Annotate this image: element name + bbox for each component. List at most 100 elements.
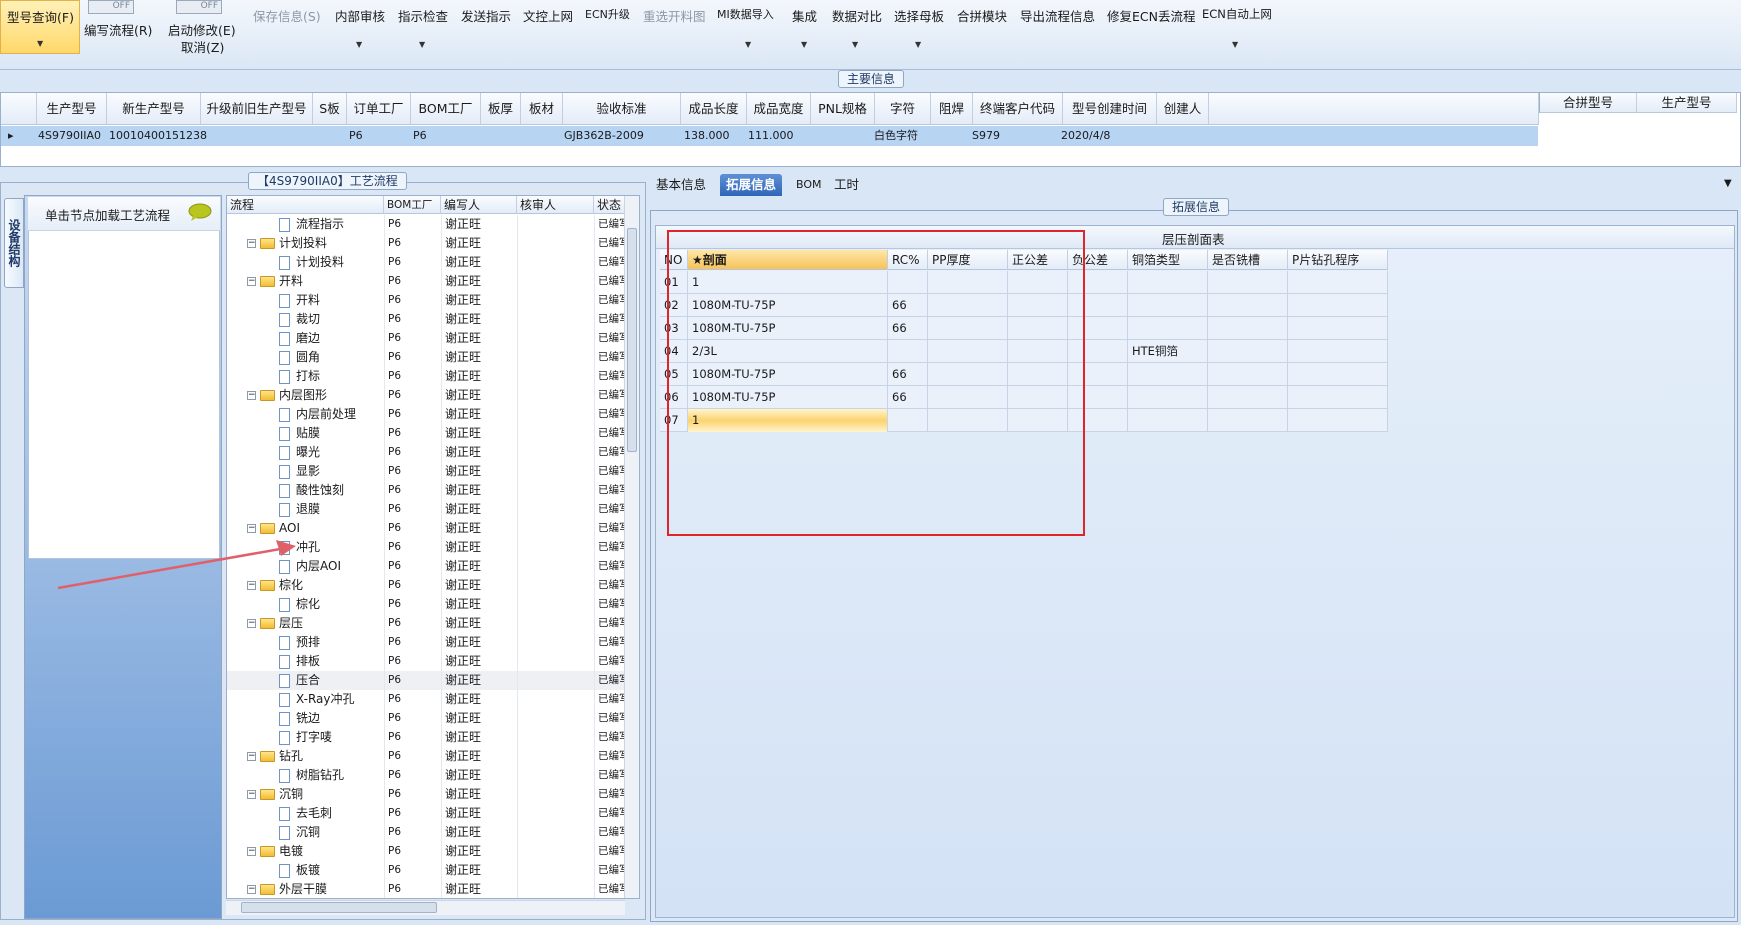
cell-empty[interactable] (1208, 340, 1288, 363)
tree-row[interactable]: − 电镀 P6 谢正旺 已编写 (227, 842, 627, 861)
tree-node[interactable]: − 钻孔 (227, 747, 384, 766)
tree-row[interactable]: 曝光 P6 谢正旺 已编写 (227, 443, 627, 462)
col-header[interactable]: 流程 (227, 196, 384, 214)
col-header[interactable]: 型号创建时间 (1063, 93, 1157, 125)
tree-row[interactable]: 板镀 P6 谢正旺 已编写 (227, 861, 627, 880)
chevron-down-icon[interactable]: ▼ (745, 40, 751, 49)
tree-node[interactable]: 打标 (227, 367, 384, 386)
scrollbar-thumb[interactable] (241, 902, 437, 913)
tree-node[interactable]: − 开料 (227, 272, 384, 291)
tree-node[interactable]: 流程指示 (227, 215, 384, 234)
col-header[interactable]: 板厚 (481, 93, 521, 125)
tree-row[interactable]: X-Ray冲孔 P6 谢正旺 已编写 (227, 690, 627, 709)
cell-customer[interactable]: S979 (969, 126, 1000, 146)
cell-empty[interactable] (1288, 271, 1388, 294)
start-modify-toggle[interactable]: OFF (176, 0, 222, 14)
tree-node[interactable]: − 层压 (227, 614, 384, 633)
tree-row[interactable]: − 计划投料 P6 谢正旺 已编写 (227, 234, 627, 253)
tree-node[interactable]: 酸性蚀刻 (227, 481, 384, 500)
cell-foil-type[interactable] (1128, 386, 1208, 409)
tree-row[interactable]: 贴膜 P6 谢正旺 已编写 (227, 424, 627, 443)
select-mother-button[interactable]: 选择母板 (894, 6, 944, 25)
data-compare-button[interactable]: 数据对比 (832, 6, 882, 25)
fix-ecn-button[interactable]: 修复ECN丢流程 (1107, 6, 1195, 25)
cell-foil-type[interactable]: HTE铜箔 (1128, 340, 1208, 363)
tree-node[interactable]: 板镀 (227, 861, 384, 880)
col-header[interactable]: 成品长度 (681, 93, 747, 125)
tree-row[interactable]: 去毛刺 P6 谢正旺 已编写 (227, 804, 627, 823)
tree-row[interactable]: 树脂钻孔 P6 谢正旺 已编写 (227, 766, 627, 785)
model-query-button[interactable]: 型号查询(F) ▼ (0, 0, 80, 54)
collapse-icon[interactable]: − (247, 885, 256, 894)
collapse-icon[interactable]: − (247, 391, 256, 400)
tree-node[interactable]: 圆角 (227, 348, 384, 367)
cell-width[interactable]: 111.000 (745, 126, 794, 146)
tab-basic-info[interactable]: 基本信息 (650, 174, 712, 196)
tree-row[interactable]: 冲孔 P6 谢正旺 已编写 (227, 538, 627, 557)
tree-row[interactable]: 打字唛 P6 谢正旺 已编写 (227, 728, 627, 747)
tree-row[interactable]: − AOI P6 谢正旺 已编写 (227, 519, 627, 538)
chevron-down-icon[interactable]: ▼ (37, 39, 43, 48)
chevron-down-icon[interactable]: ▼ (852, 40, 858, 49)
col-header[interactable]: 字符 (875, 93, 931, 125)
col-header[interactable]: 编写人 (441, 196, 517, 214)
col-header[interactable]: 阻焊 (931, 93, 973, 125)
cell-char[interactable]: 白色字符 (871, 126, 918, 146)
tree-node[interactable]: 开料 (227, 291, 384, 310)
send-directive-button[interactable]: 发送指示 (461, 6, 511, 25)
scrollbar-thumb[interactable] (627, 228, 637, 452)
cell-length[interactable]: 138.000 (681, 126, 730, 146)
tree-row[interactable]: − 棕化 P6 谢正旺 已编写 (227, 576, 627, 595)
side-tab-device-structure[interactable]: 设备结构 (4, 198, 24, 288)
tree-node[interactable]: 计划投料 (227, 253, 384, 272)
cell-foil-type[interactable] (1128, 294, 1208, 317)
cell-new-model[interactable]: 10010400151238 (106, 126, 207, 146)
mi-import-button[interactable]: MI数据导入 (717, 6, 774, 22)
cell-empty[interactable] (1288, 409, 1388, 432)
tree-node[interactable]: 打字唛 (227, 728, 384, 747)
col-header[interactable]: 铜箔类型 (1128, 250, 1208, 270)
tree-node[interactable]: − 电镀 (227, 842, 384, 861)
col-header[interactable]: 生产型号 (1637, 93, 1737, 113)
tree-node[interactable]: − 外层干膜 (227, 880, 384, 898)
cell-created[interactable]: 2020/4/8 (1058, 126, 1110, 146)
internal-review-button[interactable]: 内部审核 (335, 6, 385, 25)
tree-node[interactable]: 沉铜 (227, 823, 384, 842)
directive-check-button[interactable]: 指示检查 (398, 6, 448, 25)
col-header[interactable]: 成品宽度 (747, 93, 811, 125)
col-header[interactable]: P片钻孔程序 (1288, 250, 1388, 270)
tree-row[interactable]: 沉铜 P6 谢正旺 已编写 (227, 823, 627, 842)
tree-row[interactable]: 开料 P6 谢正旺 已编写 (227, 291, 627, 310)
col-header[interactable]: BOM工厂 (384, 196, 441, 214)
tree-node[interactable]: 排板 (227, 652, 384, 671)
col-header[interactable]: 新生产型号 (107, 93, 201, 125)
write-flow-button[interactable]: 编写流程(R) (84, 20, 152, 39)
chevron-down-icon[interactable]: ▼ (1724, 178, 1732, 189)
tree-node[interactable]: 曝光 (227, 443, 384, 462)
tree-row[interactable]: 内层AOI P6 谢正旺 已编写 (227, 557, 627, 576)
collapse-icon[interactable]: − (247, 847, 256, 856)
cell-standard[interactable]: GJB362B-2009 (561, 126, 644, 146)
ecn-upgrade-button[interactable]: ECN升级 (585, 6, 630, 22)
col-header[interactable]: 生产型号 (37, 93, 107, 125)
tree-node[interactable]: − 计划投料 (227, 234, 384, 253)
chevron-down-icon[interactable]: ▼ (1232, 40, 1238, 49)
collapse-icon[interactable]: − (247, 619, 256, 628)
col-header[interactable]: S板 (313, 93, 347, 125)
col-header[interactable]: BOM工厂 (411, 93, 481, 125)
tree-row[interactable]: 压合 P6 谢正旺 已编写 (227, 671, 627, 690)
collapse-icon[interactable]: − (247, 790, 256, 799)
reselect-map-button[interactable]: 重选开料图 (643, 6, 706, 25)
tree-row[interactable]: 酸性蚀刻 P6 谢正旺 已编写 (227, 481, 627, 500)
tree-row[interactable]: 棕化 P6 谢正旺 已编写 (227, 595, 627, 614)
tree-row[interactable]: 铣边 P6 谢正旺 已编写 (227, 709, 627, 728)
merge-module-button[interactable]: 合拼模块 (957, 6, 1007, 25)
cell-empty[interactable] (1288, 317, 1388, 340)
collapse-icon[interactable]: − (247, 277, 256, 286)
chevron-down-icon[interactable]: ▼ (419, 40, 425, 49)
cell-model[interactable]: 4S9790IIA0 (35, 126, 101, 146)
cell-empty[interactable] (1208, 317, 1288, 340)
collapse-icon[interactable]: − (247, 581, 256, 590)
tree-node[interactable]: 冲孔 (227, 538, 384, 557)
col-header[interactable]: 验收标准 (563, 93, 681, 125)
